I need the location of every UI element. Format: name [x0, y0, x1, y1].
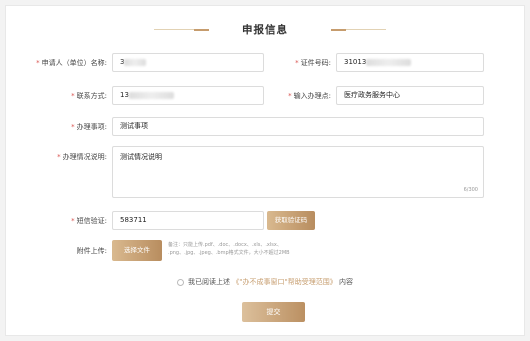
upload-note: 备注：只能上传.pdf、.doc、.docx、.xls、.xlsx、 .png、…: [168, 242, 290, 256]
contact-input[interactable]: 13: [112, 86, 264, 105]
office-input[interactable]: 医疗政务服务中心: [336, 86, 484, 105]
sms-code-input[interactable]: 583711: [112, 211, 264, 230]
char-counter: 6/300: [463, 187, 478, 193]
choose-file-button[interactable]: 选择文件: [112, 240, 162, 261]
id-number-label: * 证件号码:: [295, 59, 331, 67]
scope-link[interactable]: 《"办不成事窗口"帮助受理范围》: [232, 278, 336, 286]
agree-suffix: 内容: [338, 278, 353, 286]
agreement-row: 我已阅读上述 《"办不成事窗口"帮助受理范围》 内容: [6, 277, 524, 287]
contact-label: * 联系方式:: [71, 92, 107, 100]
office-label: * 输入办理点:: [288, 92, 331, 100]
title-divider-right: [331, 28, 386, 31]
id-number-input[interactable]: 31013: [336, 53, 484, 72]
matter-input[interactable]: 测试事项: [112, 117, 484, 136]
sms-label: * 短信验证:: [71, 217, 107, 225]
applicant-name-label: * 申请人（单位）名称:: [36, 59, 107, 67]
description-textarea[interactable]: 测试情况说明 6/300: [112, 146, 484, 198]
get-code-button[interactable]: 获取验证码: [267, 211, 315, 230]
section-header: 申报信息: [6, 22, 524, 36]
page-title: 申报信息: [242, 24, 288, 36]
description-text: 测试情况说明: [120, 153, 162, 161]
attachment-label: 附件上传:: [76, 247, 107, 255]
matter-label: * 办理事项:: [71, 123, 107, 131]
agree-radio[interactable]: [177, 278, 185, 286]
description-label: * 办理情况说明:: [57, 153, 107, 161]
agree-prefix: 我已阅读上述: [188, 278, 231, 286]
submit-button[interactable]: 提交: [242, 302, 305, 322]
declaration-card: 申报信息 * 申请人（单位）名称: 3 * 证件号码: 31013 * 联系方式: 1…: [5, 5, 525, 336]
applicant-name-input[interactable]: 3: [112, 53, 264, 72]
